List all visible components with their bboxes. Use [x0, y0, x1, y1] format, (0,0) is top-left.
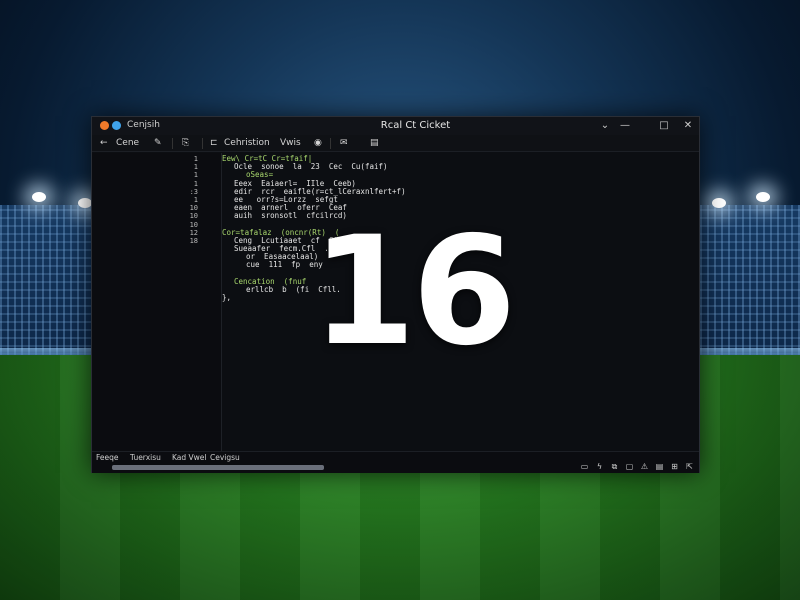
edit-icon[interactable]: ✎ [154, 137, 162, 150]
exit-icon[interactable]: ⇱ [684, 462, 695, 472]
status-bar: Feeqe Tuerxisu Kad Vwel Cevigsu ▭ ϟ ⧉ ▢ ⚠ ▤ ⊞ ⇱ [92, 451, 699, 473]
stadium-stand-right [700, 205, 800, 355]
box-icon[interactable]: ▢ [624, 462, 635, 472]
title-bar: Cenjsih Rcal Ct Cicket ⌄ — □ ✕ [92, 117, 699, 135]
close-button[interactable]: ✕ [680, 118, 696, 134]
comment-icon[interactable]: ✉ [340, 137, 348, 150]
clipboard-icon[interactable]: ▤ [370, 137, 379, 150]
back-button-label[interactable]: Cene [116, 137, 139, 150]
status-tab-0[interactable]: Feeqe [96, 453, 119, 462]
stadium-stand-left [0, 205, 100, 355]
toolbar-item-0[interactable]: Cehristion [224, 137, 270, 150]
line-number: :3 [189, 187, 198, 196]
toolbar-separator [172, 138, 173, 149]
clipboard-icon[interactable]: ▤ [654, 462, 665, 472]
line-number: 1 [193, 171, 198, 180]
line-number: 1 [193, 163, 198, 172]
line-numbers: 1 1 1 1:3 1 10 10 10 12 18 [178, 155, 198, 245]
line-number: 10 [189, 220, 198, 229]
line-number-gutter: 1 1 1 1:3 1 10 10 10 12 18 [92, 153, 222, 451]
toolbar-separator [202, 138, 203, 149]
lightning-icon[interactable]: ϟ [594, 462, 605, 472]
toolbar-separator [330, 138, 331, 149]
scrollbar-thumb[interactable] [112, 465, 324, 470]
minimize-button[interactable]: — [617, 118, 633, 134]
grid-icon[interactable]: ⊞ [669, 462, 680, 472]
eye-icon[interactable]: ◉ [314, 137, 322, 150]
line-number: 1 [193, 195, 198, 204]
line-number: 10 [189, 212, 198, 221]
status-tab-2[interactable]: Kad Vwel [172, 453, 207, 462]
toolbar: ← Cene ✎ ⎘ ⊏ Cehristion Vwis ◉ ✉ ▤ [92, 135, 699, 152]
status-tab-3[interactable]: Cevigsu [210, 453, 240, 462]
line-number: 10 [189, 204, 198, 213]
floodlight-right-2 [756, 192, 770, 202]
line-number: 1 [193, 179, 198, 188]
back-arrow-icon[interactable]: ← [100, 137, 108, 150]
line-number: 18 [189, 236, 198, 245]
line-number: 12 [189, 228, 198, 237]
floodlight-right-1 [712, 198, 726, 208]
layers-icon[interactable]: ⧉ [609, 462, 620, 472]
status-tab-1[interactable]: Tuerxisu [130, 453, 161, 462]
editor-window: Cenjsih Rcal Ct Cicket ⌄ — □ ✕ ← Cene ✎ … [91, 116, 700, 473]
maximize-button[interactable]: □ [656, 118, 672, 134]
toolbar-item-1[interactable]: Vwis [280, 137, 301, 150]
split-icon[interactable]: ⊏ [210, 137, 218, 150]
floodlight-left-2 [78, 198, 92, 208]
code-line: Ocle sonoe la 23 Cec Cu(faif) [234, 162, 388, 172]
document-icon[interactable]: ⎘ [182, 137, 189, 150]
stack-icon[interactable]: ▭ [579, 462, 590, 472]
window-menu-button[interactable]: ⌄ [597, 118, 613, 134]
line-number: 1 [193, 155, 198, 163]
warning-icon[interactable]: ⚠ [639, 462, 650, 472]
floodlight-left-1 [32, 192, 46, 202]
countdown-number: 16 [311, 205, 517, 379]
horizontal-scrollbar[interactable] [112, 465, 324, 470]
